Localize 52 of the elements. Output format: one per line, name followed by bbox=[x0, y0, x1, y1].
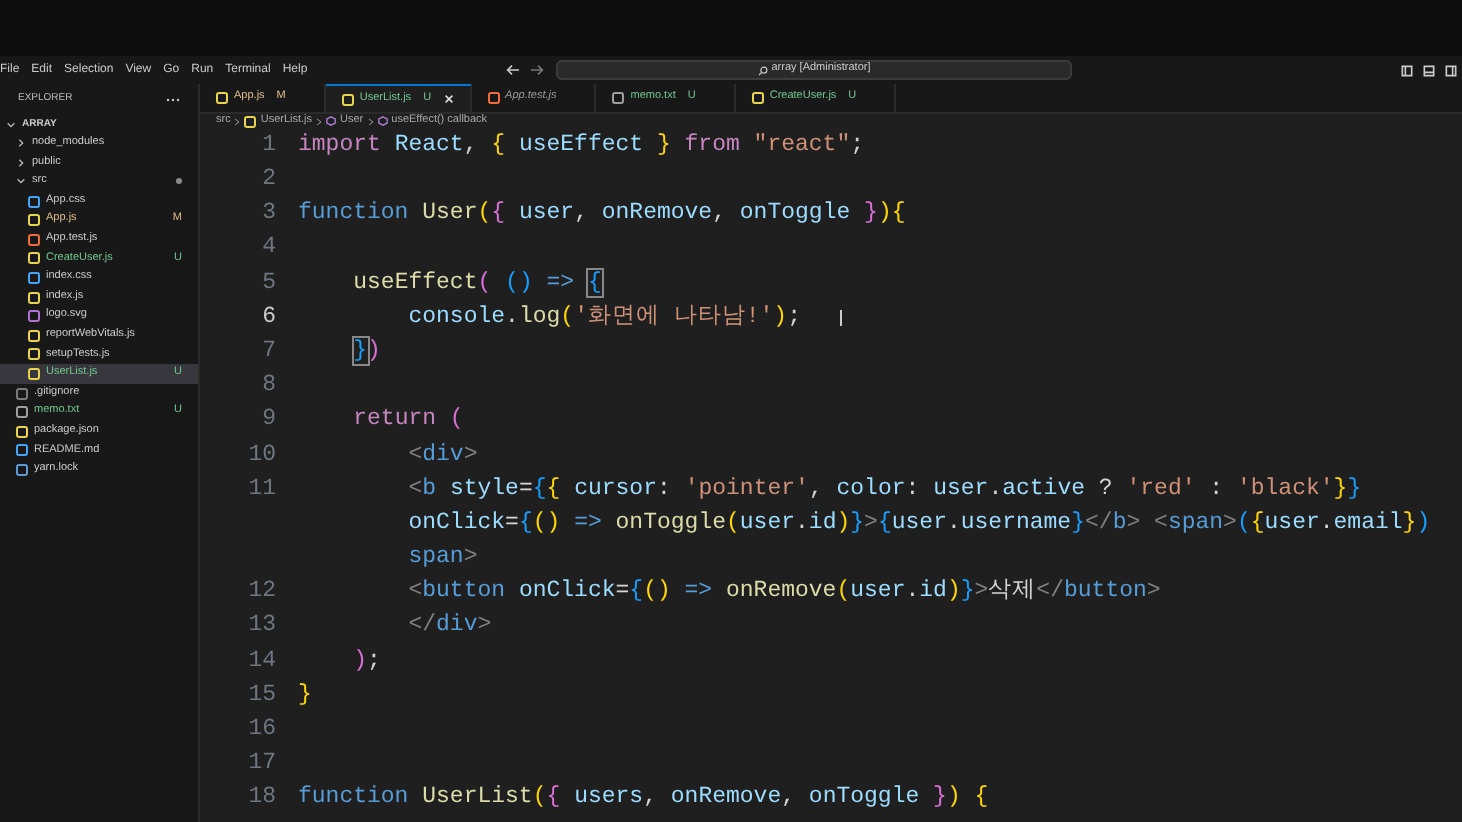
line-number: 11 bbox=[246, 477, 276, 501]
file-icon bbox=[244, 115, 257, 127]
code-line: import React, { useEffect } from "react"; bbox=[298, 133, 865, 157]
file-icon bbox=[487, 92, 500, 104]
line-number: 16 bbox=[246, 718, 276, 742]
line-number: 8 bbox=[260, 374, 276, 398]
chevron-icon bbox=[234, 117, 241, 125]
line-number: 12 bbox=[246, 580, 276, 604]
code-line: function UserList({ users, onRemove, onToggle }) { bbox=[298, 786, 989, 810]
code-line: <b style={{ cursor: 'pointer', color: user.active ? 'red' : 'black'}} bbox=[406, 477, 1362, 501]
code-line: </div> bbox=[406, 614, 492, 638]
code-line: function User({ user, onRemove, onToggle }){ bbox=[298, 202, 906, 226]
code-line: onClick={() => onToggle(user.id)}>{user.username}</b> <span>({user.email}) bbox=[406, 511, 1431, 535]
code-line: console.log('화면에 나타남!'); bbox=[406, 305, 801, 329]
code-line: useEffect( () => { bbox=[351, 271, 602, 295]
code-line: } bbox=[298, 683, 312, 707]
code-line: <button onClick={() => onRemove(user.id)}>삭제</button> bbox=[406, 580, 1161, 604]
line-number: 7 bbox=[260, 339, 276, 363]
code-line: span> bbox=[406, 546, 478, 570]
file-icon bbox=[612, 92, 625, 104]
line-number: 10 bbox=[246, 443, 276, 467]
chevron-icon bbox=[367, 117, 374, 125]
file-icon bbox=[216, 92, 228, 104]
chevron-icon bbox=[316, 117, 323, 125]
line-number: 9 bbox=[260, 408, 276, 432]
line-number: 14 bbox=[246, 649, 276, 673]
line-number: 1 bbox=[260, 133, 276, 157]
code-line: <div> bbox=[406, 443, 478, 467]
line-number: 6 bbox=[260, 305, 276, 329]
line-number: 5 bbox=[260, 271, 276, 295]
text-cursor-icon bbox=[840, 309, 843, 326]
cube-icon bbox=[326, 116, 337, 126]
file-icon bbox=[751, 92, 764, 104]
line-number: 15 bbox=[246, 683, 276, 707]
line-number: 3 bbox=[260, 202, 276, 226]
code-line: }) bbox=[351, 339, 381, 363]
layout-icon[interactable] bbox=[1444, 63, 1458, 77]
line-number: 18 bbox=[246, 786, 276, 810]
code-line: return ( bbox=[351, 408, 464, 432]
search-icon bbox=[757, 65, 768, 75]
cube-icon bbox=[377, 116, 388, 126]
back-arrow-icon[interactable] bbox=[506, 64, 520, 76]
forward-arrow-icon[interactable] bbox=[530, 64, 544, 76]
close-icon[interactable] bbox=[443, 94, 454, 104]
code-line: ); bbox=[351, 649, 381, 673]
file-icon bbox=[341, 93, 354, 105]
line-number: 17 bbox=[246, 752, 276, 776]
line-number: 2 bbox=[260, 168, 276, 192]
layout-icon[interactable] bbox=[1400, 63, 1414, 77]
line-number: 13 bbox=[246, 614, 276, 638]
layout-icon[interactable] bbox=[1422, 63, 1436, 77]
line-number: 4 bbox=[260, 236, 276, 260]
